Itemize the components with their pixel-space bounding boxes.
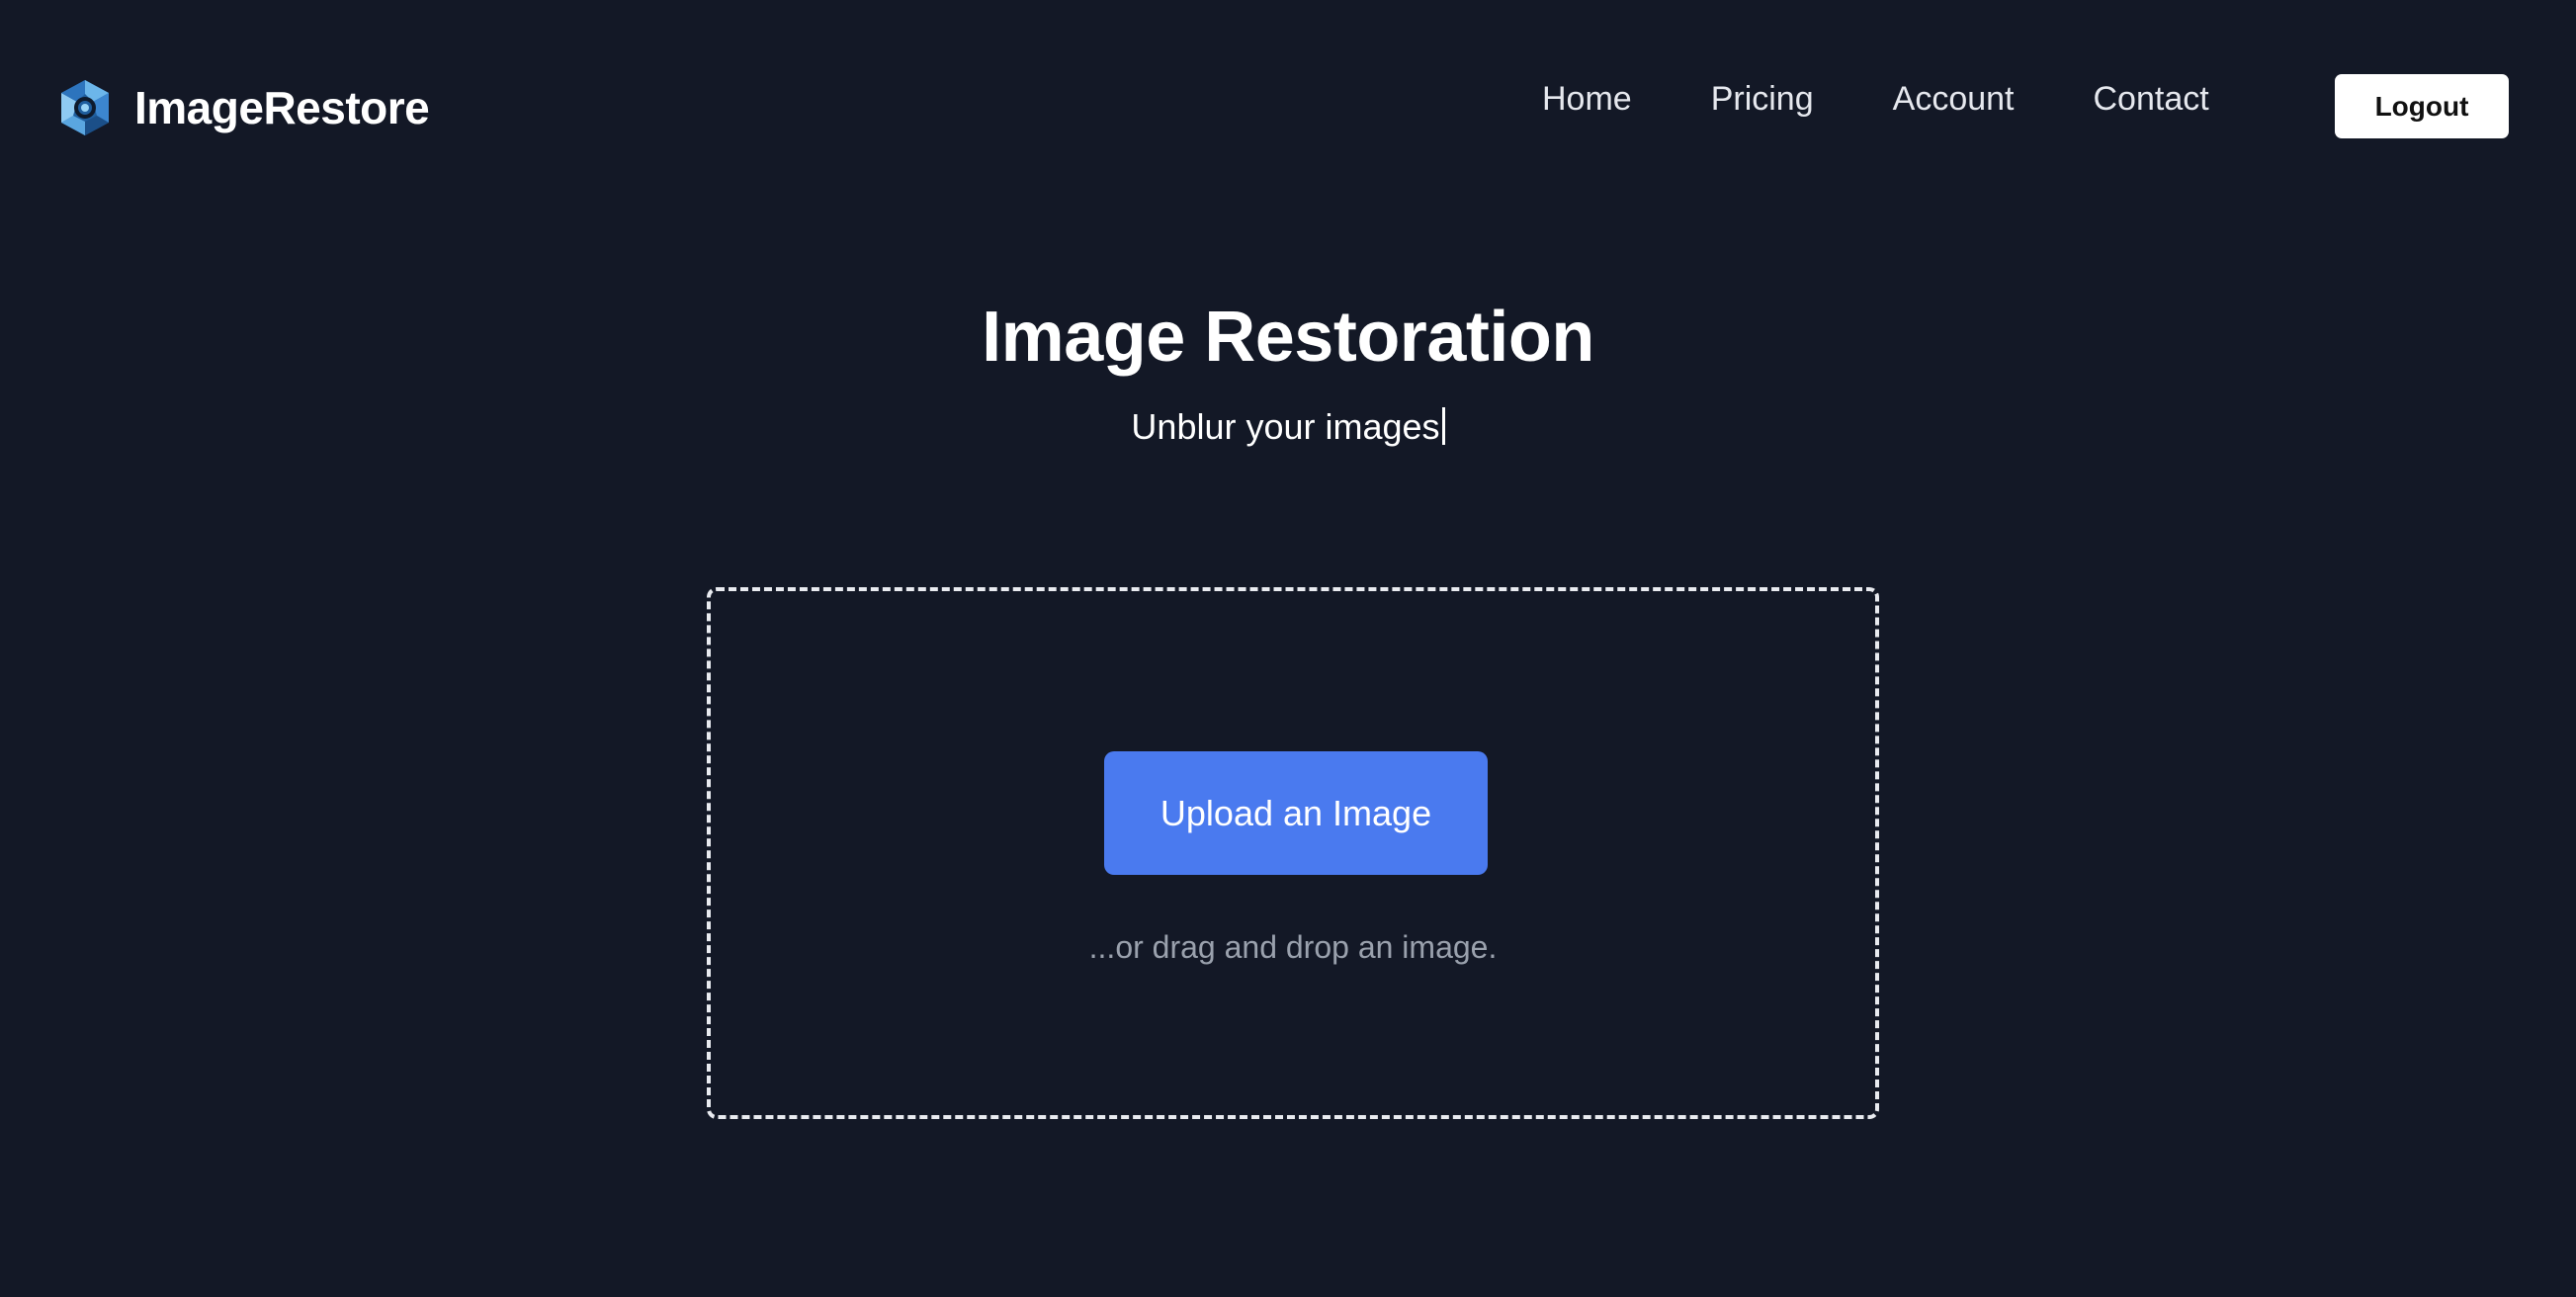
upload-image-button[interactable]: Upload an Image — [1104, 751, 1488, 875]
page: ImageRestore Home Pricing Account Contac… — [0, 0, 2576, 1297]
logout-button[interactable]: Logout — [2335, 74, 2509, 138]
drag-drop-hint: ...or drag and drop an image. — [1088, 929, 1498, 965]
nav-link-pricing[interactable]: Pricing — [1711, 77, 1814, 121]
page-subtitle-text: Unblur your images — [1131, 406, 1440, 447]
main-nav: Home Pricing Account Contact — [1542, 77, 2288, 121]
brand-name: ImageRestore — [134, 82, 430, 133]
nav-link-home[interactable]: Home — [1542, 77, 1632, 121]
hexagon-aperture-logo-icon — [61, 80, 109, 135]
brand-home-link[interactable]: ImageRestore — [57, 75, 430, 140]
nav-link-contact[interactable]: Contact — [2094, 77, 2209, 121]
page-subtitle: Unblur your images — [0, 403, 2576, 451]
nav-link-account[interactable]: Account — [1893, 77, 2015, 121]
typing-caret — [1441, 407, 1445, 445]
top-navbar: ImageRestore Home Pricing Account Contac… — [0, 0, 2576, 217]
page-title: Image Restoration — [982, 298, 1594, 377]
image-dropzone[interactable]: Upload an Image ...or drag and drop an i… — [707, 587, 1879, 1119]
